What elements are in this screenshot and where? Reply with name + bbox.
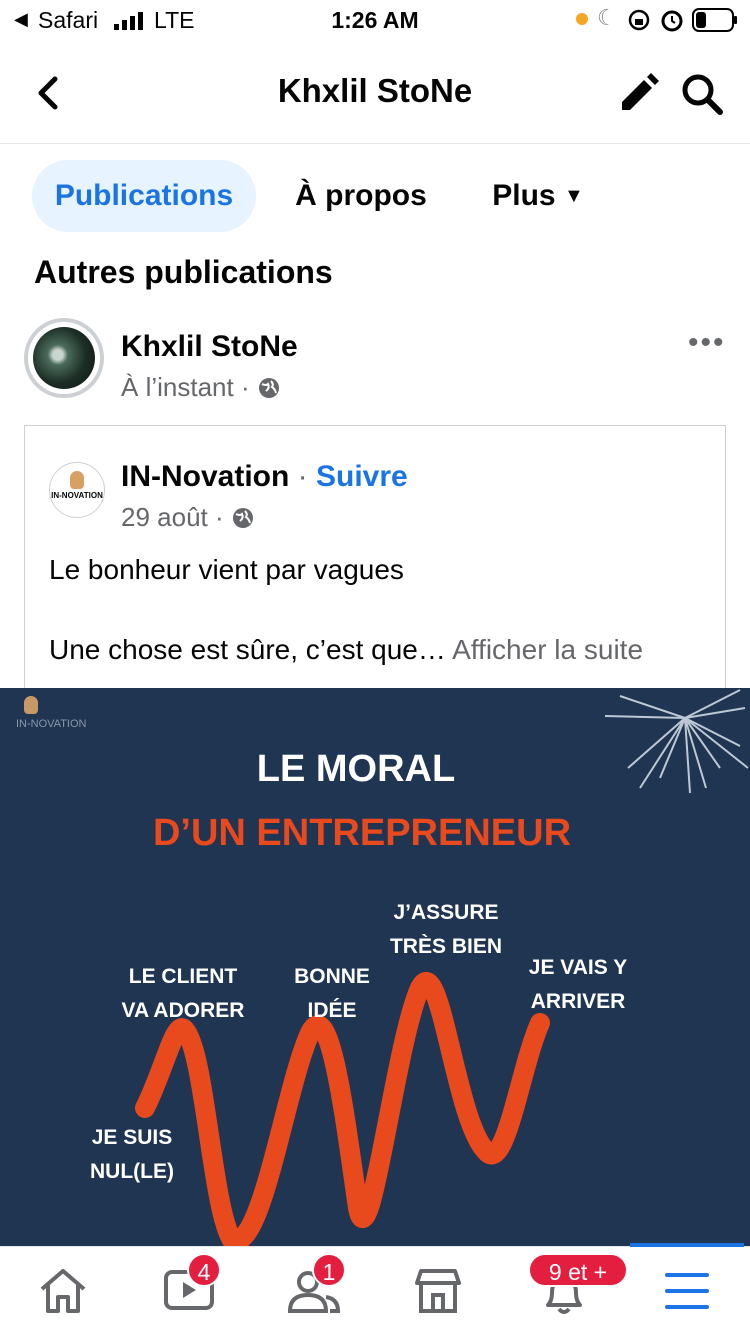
shared-page-header: IN-Novation · Suivre	[121, 460, 408, 493]
page-logo-text: IN-NOVATION	[51, 491, 103, 500]
label-client: LE CLIENT VA ADORER	[110, 960, 256, 1028]
label-arriver-line2: ARRIVER	[530, 990, 626, 1013]
follow-button[interactable]: Suivre	[316, 460, 408, 493]
status-bar: ◀ Safari LTE 1:26 AM ☾	[0, 0, 750, 40]
rotation-lock-icon	[628, 9, 650, 31]
label-assure-line1: J’ASSURE	[393, 901, 499, 924]
image-title-line2: D’UN ENTREPRENEUR	[152, 812, 572, 854]
label-idee: BONNE IDÉE	[280, 960, 384, 1028]
home-icon	[40, 1269, 86, 1313]
alarm-icon	[661, 10, 683, 32]
label-client-line1: LE CLIENT	[128, 965, 238, 988]
edit-pencil-icon[interactable]	[618, 72, 660, 114]
nav-friends[interactable]: 1	[262, 1247, 362, 1335]
post-text-line2: Une chose est sûre, c’est que… Afficher …	[49, 634, 643, 666]
tab-about[interactable]: À propos	[282, 160, 440, 232]
label-nul-line2: NUL(LE)	[90, 1160, 174, 1183]
label-nul-line1: JE SUIS	[91, 1126, 173, 1149]
label-client-line2: VA ADORER	[121, 999, 245, 1022]
nav-menu[interactable]	[637, 1247, 737, 1335]
more-options-icon[interactable]: •••	[688, 326, 726, 360]
page-logo[interactable]: IN-NOVATION	[49, 462, 105, 518]
bottom-tab-bar: 4 1 9 et +	[0, 1243, 750, 1335]
globe-icon	[258, 378, 279, 398]
see-more-link[interactable]: Afficher la suite	[452, 634, 643, 665]
nav-marketplace[interactable]	[387, 1247, 487, 1335]
label-arriver: JE VAIS Y ARRIVER	[514, 951, 642, 1019]
post-text-line1: Le bonheur vient par vagues	[49, 554, 404, 585]
watermark-lightbulb-icon	[24, 696, 38, 714]
post-image[interactable]: IN-NOVATION LE MORAL D’UN ENTREPRENEUR J…	[0, 688, 750, 1246]
shared-post-meta: 29 août ·	[121, 502, 255, 533]
shared-post-date: 29 août	[121, 502, 208, 532]
avatar-photo	[33, 327, 95, 389]
label-assure: J’ASSURE TRÈS BIEN	[380, 896, 512, 964]
moon-icon: ☾	[597, 5, 617, 30]
shared-page-name[interactable]: IN-Novation	[121, 460, 289, 493]
watch-badge: 4	[187, 1253, 221, 1287]
image-title-line1: LE MORAL	[256, 748, 456, 790]
label-nul: JE SUIS NUL(LE)	[78, 1121, 186, 1189]
label-assure-line2: TRÈS BIEN	[389, 935, 502, 958]
tab-more-label: Plus	[492, 179, 556, 212]
search-icon[interactable]	[680, 72, 724, 116]
top-navigation-bar: Khxlil StoNe	[0, 40, 750, 144]
label-arriver-line1: JE VAIS Y	[528, 956, 628, 979]
marketplace-icon	[415, 1269, 461, 1313]
avatar[interactable]	[24, 318, 104, 398]
post-meta: À l’instant ·	[121, 372, 281, 403]
image-watermark: IN-NOVATION	[16, 718, 87, 730]
globe-icon	[232, 508, 253, 528]
privacy-dot-icon	[576, 13, 588, 25]
tab-more[interactable]: Plus ▼	[478, 160, 598, 232]
tab-publications[interactable]: Publications	[32, 160, 256, 232]
battery-icon	[692, 8, 737, 32]
nav-notifications[interactable]: 9 et +	[512, 1247, 628, 1335]
lightbulb-icon	[70, 471, 84, 489]
label-idee-line1: BONNE	[294, 965, 370, 988]
label-idee-line2: IDÉE	[307, 999, 357, 1022]
nav-watch[interactable]: 4	[137, 1247, 237, 1335]
section-title: Autres publications	[34, 254, 333, 290]
post-author-name[interactable]: Khxlil StoNe	[121, 330, 298, 364]
shared-post-card[interactable]: IN-NOVATION IN-Novation · Suivre 29 août…	[24, 425, 726, 725]
notifications-badge: 9 et +	[528, 1253, 628, 1287]
menu-icon	[665, 1273, 709, 1309]
caret-down-icon: ▼	[563, 185, 584, 207]
nav-home[interactable]	[12, 1247, 112, 1335]
post-text-preview: Une chose est sûre, c’est que…	[49, 634, 446, 665]
friends-badge: 1	[312, 1253, 346, 1287]
post-time: À l’instant	[121, 372, 234, 402]
